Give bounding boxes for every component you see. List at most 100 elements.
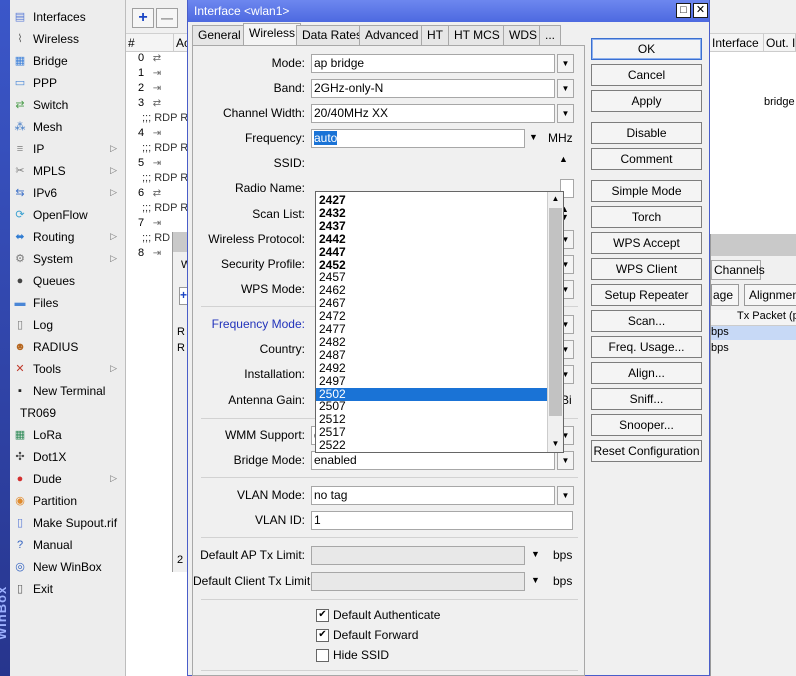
sidebar-item[interactable]: ▦ Bridge [12,50,125,72]
frequency-option[interactable]: 2517 [316,426,547,439]
apply-button[interactable]: Apply [591,90,702,112]
sidebar-item[interactable]: ✣ Dot1X [12,446,125,468]
sidebar-item[interactable]: ▬ Files [12,292,125,314]
sidebar-item[interactable]: ▪ New Terminal [12,380,125,402]
frequency-option[interactable]: 2472 [316,310,547,323]
dialog-titlebar[interactable]: Interface <wlan1> □ ✕ [188,0,709,22]
mode-select[interactable]: ap bridge [311,54,555,73]
frequency-option[interactable]: 2452 [316,258,547,272]
wps-client-button[interactable]: WPS Client [591,258,702,280]
sidebar-item[interactable]: ▯ Make Supout.rif [12,512,125,534]
tab-general[interactable]: General [192,25,247,45]
sidebar-item[interactable]: ⟳ OpenFlow [12,204,125,226]
maximize-icon[interactable]: □ [676,3,691,18]
band-dropdown-icon[interactable]: ▼ [557,79,574,98]
wps-accept-button[interactable]: WPS Accept [591,232,702,254]
sidebar-item[interactable]: ✕ Tools ▷ [12,358,125,380]
vlan-mode-dropdown-icon[interactable]: ▼ [557,486,574,505]
frequency-option[interactable]: 2427 [316,194,547,207]
sidebar-item[interactable]: ✂ MPLS ▷ [12,160,125,182]
checked-checkbox[interactable]: ✔ [316,608,329,622]
sidebar-item[interactable]: ◎ New WinBox [12,556,125,578]
table-row[interactable]: 6 ⇄ [132,187,188,202]
ssid-arrow-icon[interactable]: ▲ [559,154,568,164]
sidebar-item[interactable]: ● Dude ▷ [12,468,125,490]
channel-width-select[interactable]: 20/40MHz XX [311,104,555,123]
band-select[interactable]: 2GHz-only-N [311,79,555,98]
setup-repeater-button[interactable]: Setup Repeater [591,284,702,306]
frequency-dropdown-icon[interactable]: ▼ [529,132,538,142]
client-tx-limit-input[interactable] [311,572,525,591]
ok-button[interactable]: OK [591,38,702,60]
simple-mode-button[interactable]: Simple Mode [591,180,702,202]
scan-button[interactable]: Scan... [591,310,702,332]
scrollbar-thumb[interactable] [549,208,562,416]
frequency-option[interactable]: 2447 [316,245,547,259]
checked-checkbox[interactable]: ✔ [316,628,329,642]
sidebar-item[interactable]: ● Queues [12,270,125,292]
sidebar-item[interactable]: ⇆ IPv6 ▷ [12,182,125,204]
sidebar-item[interactable]: ⚙ System ▷ [12,248,125,270]
sidebar-item[interactable]: ? Manual [12,534,125,556]
frequency-option[interactable]: 2437 [316,219,547,233]
table-row[interactable]: 5 ⇥ [132,157,188,172]
close-icon[interactable]: ✕ [693,3,708,18]
ap-tx-limit-input[interactable] [311,546,525,565]
tab-more[interactable]: ... [539,25,562,45]
sidebar-item[interactable]: ⬌ Routing ▷ [12,226,125,248]
checkbox-row[interactable]: ✔ Default Forward [316,627,418,643]
sidebar-item[interactable]: ▭ PPP [12,72,125,94]
sidebar-item[interactable]: ⇄ Switch [12,94,125,116]
align-button[interactable]: Align... [591,362,702,384]
reset-configuration-button[interactable]: Reset Configuration [591,440,702,462]
frequency-option[interactable]: 2467 [316,297,547,310]
checkbox-row[interactable]: Hide SSID [316,647,389,663]
table-row[interactable]: 4 ⇥ [132,127,188,142]
checkbox-row[interactable]: ✔ Default Authenticate [316,607,440,623]
frequency-option[interactable]: 2487 [316,348,547,362]
sidebar-item[interactable]: TR069 [12,402,125,424]
table-row[interactable]: 0 ⇄ [132,52,188,67]
sidebar-item[interactable]: ☻ RADIUS [12,336,125,358]
client-tx-limit-dropdown-icon[interactable]: ▼ [531,575,540,585]
table-row[interactable]: 2 ⇥ [132,82,188,97]
frequency-option[interactable]: 2432 [316,206,547,220]
channel-width-dropdown-icon[interactable]: ▼ [557,104,574,123]
tab-ht-mcs[interactable]: HT MCS [448,25,506,45]
bridge-mode-select[interactable]: enabled [311,451,555,470]
tab-advanced[interactable]: Advanced [359,25,425,45]
frequency-option[interactable]: 2477 [316,323,547,336]
frequency-option[interactable]: 2492 [316,361,547,375]
vlan-mode-select[interactable]: no tag [311,486,555,505]
frequency-option[interactable]: 2522 [316,439,547,452]
sidebar-item[interactable]: ⌇ Wireless [12,28,125,50]
tab-data-rates[interactable]: Data Rates [296,25,369,45]
frequency-input[interactable]: auto [311,129,525,148]
tab-wireless[interactable]: Wireless [243,23,302,45]
sidebar-item[interactable]: ▦ LoRa [12,424,125,446]
disable-button[interactable]: Disable [591,122,702,144]
add-icon[interactable]: + [132,8,154,28]
cancel-button[interactable]: Cancel [591,64,702,86]
alignment-button[interactable]: Alignment [744,284,796,306]
remove-icon[interactable]: — [156,8,178,28]
bridge-mode-dropdown-icon[interactable]: ▼ [557,451,574,470]
scroll-down-icon[interactable]: ▼ [548,437,563,451]
sidebar-item[interactable]: ≡ IP ▷ [12,138,125,160]
scroll-up-icon[interactable]: ▲ [548,192,563,206]
frequency-option[interactable]: 2482 [316,335,547,349]
frequency-option[interactable]: 2457 [316,271,547,284]
sidebar-item[interactable]: ▤ Interfaces [12,6,125,28]
table-row[interactable]: 7 ⇥ [132,217,188,232]
vlan-id-input[interactable]: 1 [311,511,573,530]
background-button[interactable]: age [711,284,739,306]
ap-tx-limit-dropdown-icon[interactable]: ▼ [531,549,540,559]
sidebar-item[interactable]: ◉ Partition [12,490,125,512]
tab-wds[interactable]: WDS [503,25,543,45]
unchecked-checkbox[interactable] [316,648,329,662]
snooper-button[interactable]: Snooper... [591,414,702,436]
frequency-option[interactable]: 2497 [316,374,547,388]
sidebar-item[interactable]: ▯ Log [12,314,125,336]
torch-button[interactable]: Torch [591,206,702,228]
sidebar-item[interactable]: ⁂ Mesh [12,116,125,138]
